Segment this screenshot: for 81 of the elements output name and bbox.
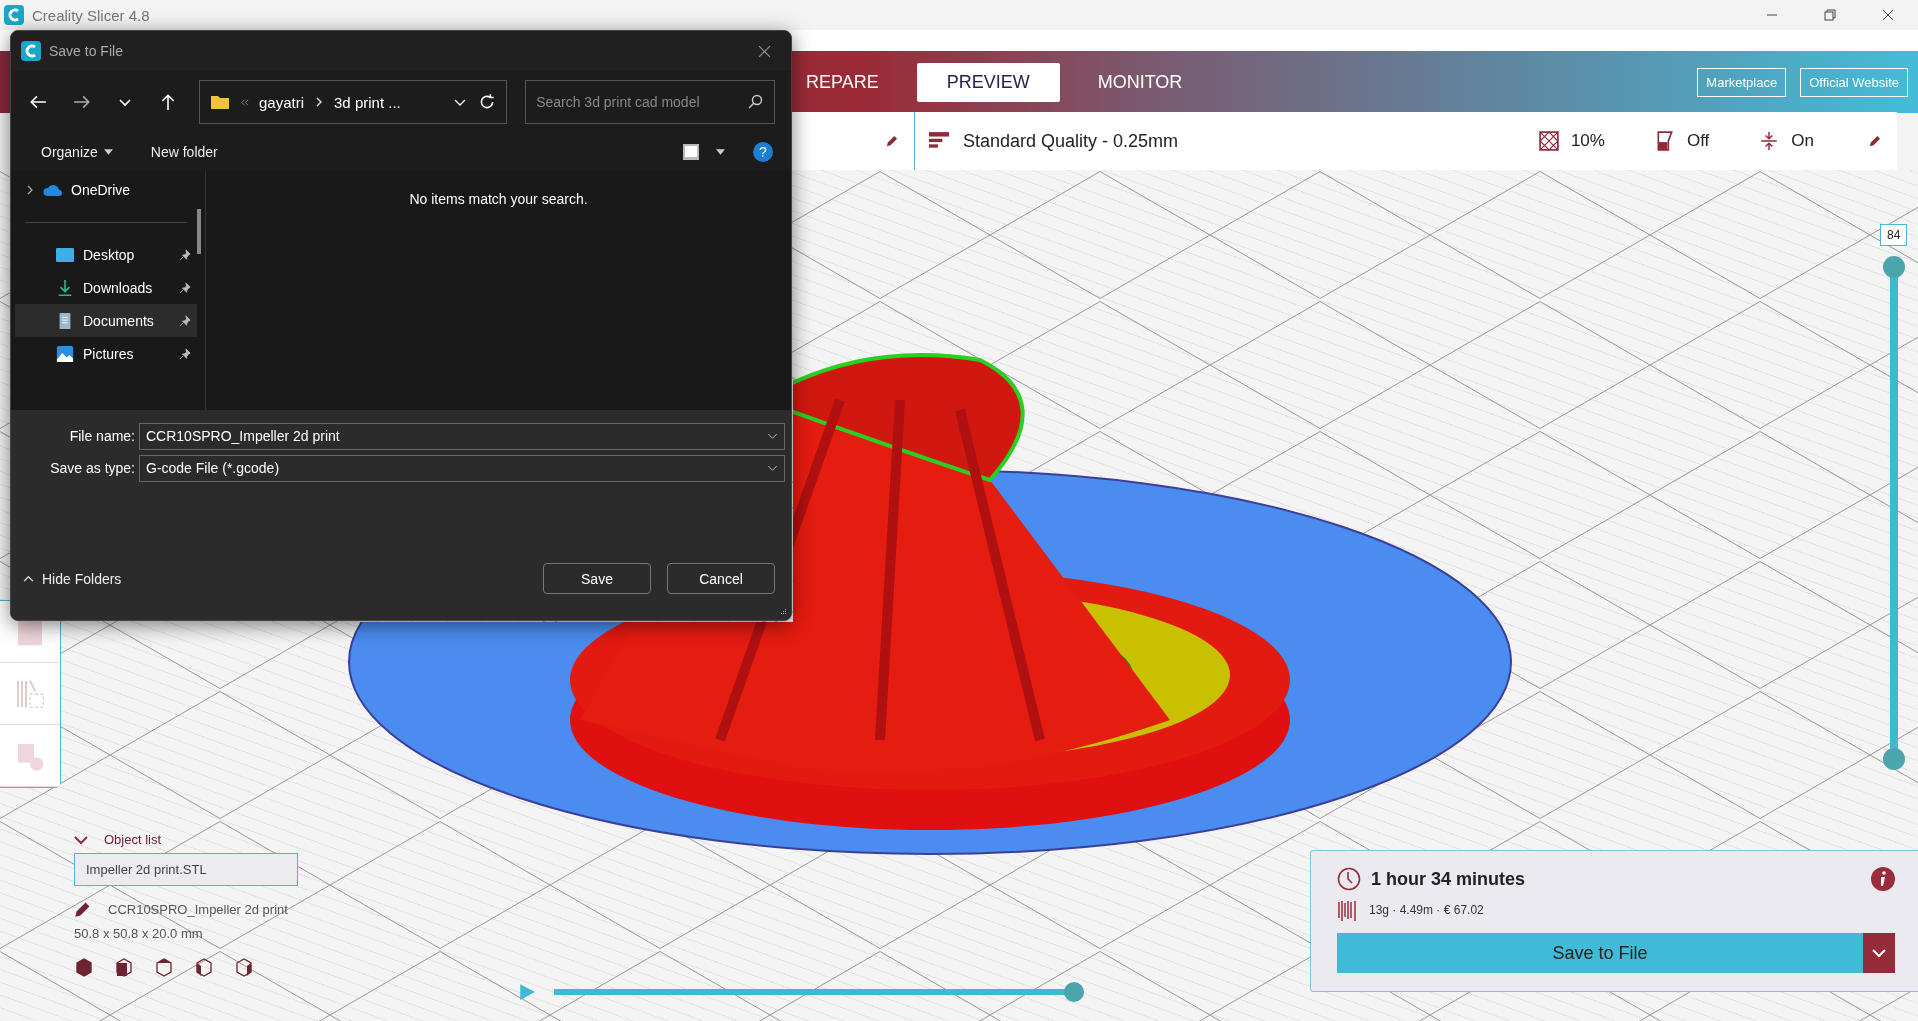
search-icon xyxy=(747,94,763,110)
navigation-item[interactable]: Downloads xyxy=(15,271,197,304)
refresh-icon[interactable] xyxy=(478,93,497,111)
view-cube-icon[interactable] xyxy=(234,957,254,977)
caret-icon xyxy=(103,149,113,155)
close-icon[interactable] xyxy=(1882,9,1894,21)
chevron-down-icon xyxy=(767,464,778,472)
file-name-field[interactable]: CCR10SPRO_Impeller 2d print xyxy=(139,422,785,450)
navigation-item[interactable]: Pictures xyxy=(15,337,197,370)
search-field[interactable]: Search 3d print cad model xyxy=(525,80,775,124)
path-crumb[interactable]: 3d print ... xyxy=(334,93,401,111)
model-dimensions: 50.8 x 50.8 x 20.0 mm xyxy=(74,926,204,941)
pin-icon[interactable] xyxy=(179,314,191,327)
navigation-item[interactable]: Documents xyxy=(15,304,197,337)
clock-icon xyxy=(1337,867,1361,891)
pin-icon[interactable] xyxy=(179,347,191,360)
setting-value: 10% xyxy=(1570,131,1605,151)
navigation-item[interactable]: OneDrive xyxy=(15,173,197,206)
view-cube-icon[interactable] xyxy=(194,957,214,977)
caret-icon xyxy=(1872,948,1886,958)
view-mode-icon[interactable] xyxy=(682,143,700,161)
close-icon[interactable] xyxy=(758,44,771,58)
save-to-file-button[interactable]: Save to File xyxy=(1337,933,1863,973)
lines-icon xyxy=(14,677,46,710)
stage-tab[interactable]: PREVIEW xyxy=(916,62,1060,102)
desktop-icon xyxy=(55,245,75,264)
dialog-title: Save to File xyxy=(49,43,123,59)
caret-icon[interactable] xyxy=(716,149,725,155)
restore-icon[interactable] xyxy=(1824,9,1836,21)
profile-name[interactable]: Standard Quality - 0.25mm xyxy=(963,130,1179,152)
chevron-down-icon[interactable] xyxy=(74,834,88,845)
app-title: Creality Slicer 4.8 xyxy=(32,6,150,24)
edit-icon[interactable] xyxy=(885,134,898,148)
chevron-up-icon xyxy=(23,575,34,582)
edit-icon[interactable] xyxy=(1868,134,1881,148)
picture-icon xyxy=(55,344,75,363)
up-arrow-icon[interactable] xyxy=(159,93,177,111)
back-arrow-icon[interactable] xyxy=(29,93,47,111)
dialog-button[interactable]: Save xyxy=(543,563,651,594)
forward-arrow-icon[interactable] xyxy=(73,93,91,111)
view-cube-icon[interactable] xyxy=(114,957,134,977)
folder-icon xyxy=(210,94,230,110)
machine-name: CCR10SPRO_Impeller 2d print xyxy=(108,901,288,917)
navigation-item[interactable]: Desktop xyxy=(15,238,197,271)
new-folder-button[interactable]: New folder xyxy=(136,140,232,164)
hide-folders-button[interactable]: Hide Folders xyxy=(11,569,128,588)
chevron-right-icon[interactable] xyxy=(25,184,35,195)
object-list-title[interactable]: Object list xyxy=(104,832,162,847)
profile-bars-icon xyxy=(929,131,949,151)
resize-grip-icon[interactable] xyxy=(779,608,787,616)
pin-icon[interactable] xyxy=(179,248,191,261)
view-cube-icon[interactable] xyxy=(74,957,94,977)
double-chevron-icon xyxy=(240,97,249,107)
filament-icon xyxy=(1337,899,1359,921)
organize-menu[interactable]: Organize xyxy=(27,140,127,164)
help-icon[interactable]: ? xyxy=(753,142,773,162)
view-cube-icon[interactable] xyxy=(154,957,174,977)
print-stats: 13g · 4.49m · € 67.02 xyxy=(1369,903,1484,917)
adhesion-icon xyxy=(1759,131,1780,151)
infill-pattern-icon xyxy=(1538,131,1559,151)
chevron-down-icon xyxy=(767,432,778,440)
pin-icon[interactable] xyxy=(179,281,191,294)
stage-tab[interactable]: MONITOR xyxy=(1067,62,1213,102)
save-type-dropdown[interactable]: G-code File (*.gcode) xyxy=(139,454,785,482)
save-type-label: Save as type: xyxy=(49,460,136,476)
info-icon[interactable] xyxy=(1871,867,1895,891)
dialog-button[interactable]: Cancel xyxy=(667,563,775,594)
object-list-item[interactable]: Impeller 2d print.STL xyxy=(74,853,298,886)
app-logo-icon xyxy=(21,41,41,61)
layer-number-label: 84 xyxy=(1880,224,1908,246)
stage-tab[interactable]: REPARE xyxy=(776,62,909,102)
file-name-label: File name: xyxy=(68,428,136,444)
setting-value: Off xyxy=(1686,131,1710,151)
app-logo-icon xyxy=(4,5,24,25)
address-bar[interactable]: gayatri 3d print ... xyxy=(199,80,508,124)
print-time: 1 hour 34 minutes xyxy=(1371,868,1526,890)
pencil-icon[interactable] xyxy=(74,900,92,918)
empty-message: No items match your search. xyxy=(409,191,588,209)
dropdown-button[interactable] xyxy=(1863,933,1895,973)
setting-value: On xyxy=(1791,131,1814,151)
path-crumb[interactable]: gayatri xyxy=(259,93,305,111)
